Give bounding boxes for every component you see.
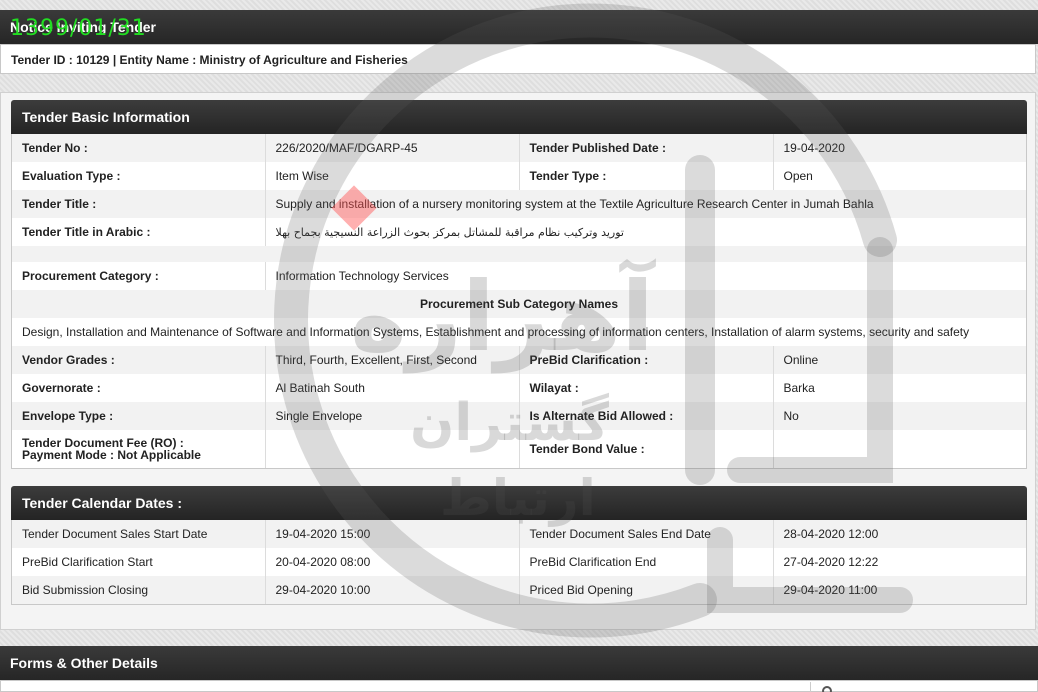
forms-title: Forms & Other Details — [10, 655, 158, 671]
tender-type-label: Tender Type : — [519, 162, 774, 190]
calendar-value: 29-04-2020 10:00 — [265, 576, 520, 604]
tender-type-value: Open — [773, 162, 1026, 190]
table-row: Tender Title : Supply and installation o… — [12, 190, 1026, 218]
basic-info-panel: Tender No : 226/2020/MAF/DGARP-45 Tender… — [11, 134, 1027, 469]
tender-no-value: 226/2020/MAF/DGARP-45 — [265, 134, 520, 162]
basic-info-table: Tender No : 226/2020/MAF/DGARP-45 Tender… — [12, 134, 1026, 468]
calendar-label: Tender Document Sales Start Date — [12, 520, 266, 548]
divider — [810, 682, 811, 692]
calendar-label: Tender Document Sales End Date — [519, 520, 774, 548]
table-row: Tender Document Fee (RO) : Payment Mode … — [12, 430, 1026, 468]
subcategory-heading: Procurement Sub Category Names — [12, 290, 1026, 318]
tender-id-text: Tender ID : 10129 | Entity Name : Minist… — [11, 53, 408, 67]
prebid-clarification-value: Online — [773, 346, 1026, 374]
table-row-spacer — [12, 246, 1026, 262]
payment-mode-label: Payment Mode : Not Applicable — [22, 448, 201, 462]
forms-panel — [0, 680, 1038, 692]
envelope-type-label: Envelope Type : — [12, 402, 266, 430]
calendar-header[interactable]: Tender Calendar Dates : — [11, 486, 1027, 520]
tender-title-label: Tender Title : — [12, 190, 266, 218]
bond-value-label: Tender Bond Value : — [519, 430, 774, 468]
calendar-value: 19-04-2020 15:00 — [265, 520, 520, 548]
calendar-label: PreBid Clarification End — [519, 548, 774, 576]
forms-header[interactable]: Forms & Other Details — [0, 646, 1038, 680]
calendar-label: Bid Submission Closing — [12, 576, 266, 604]
table-row: Procurement Category : Information Techn… — [12, 262, 1026, 290]
basic-info-header[interactable]: Tender Basic Information — [11, 100, 1027, 134]
governorate-value: Al Batinah South — [265, 374, 520, 402]
table-row: Tender No : 226/2020/MAF/DGARP-45 Tender… — [12, 134, 1026, 162]
fee-cell: Tender Document Fee (RO) : Payment Mode … — [12, 430, 266, 468]
calendar-panel: Tender Document Sales Start Date 19-04-2… — [11, 520, 1027, 605]
page-title-bar: Notice Inviting Tender — [0, 10, 1038, 44]
tender-title-arabic-label: Tender Title in Arabic : — [12, 218, 266, 246]
basic-info-title: Tender Basic Information — [22, 109, 190, 125]
bond-value — [773, 430, 1026, 468]
spacer-cell — [12, 246, 1026, 262]
calendar-label: Priced Bid Opening — [519, 576, 774, 604]
page-title: Notice Inviting Tender — [10, 19, 156, 35]
tender-title-value: Supply and installation of a nursery mon… — [265, 190, 1026, 218]
vendor-grades-value: Third, Fourth, Excellent, First, Second — [265, 346, 520, 374]
calendar-value: 29-04-2020 11:00 — [773, 576, 1026, 604]
table-row: Tender Title in Arabic : توريد وتركيب نظ… — [12, 218, 1026, 246]
table-row: Envelope Type : Single Envelope Is Alter… — [12, 402, 1026, 430]
calendar-value: 27-04-2020 12:22 — [773, 548, 1026, 576]
procurement-category-value: Information Technology Services — [265, 262, 1026, 290]
table-row: Bid Submission Closing 29-04-2020 10:00 … — [12, 576, 1026, 604]
fee-value — [265, 430, 520, 468]
envelope-type-value: Single Envelope — [265, 402, 520, 430]
tender-id-bar: Tender ID : 10129 | Entity Name : Minist… — [0, 44, 1036, 74]
table-row: PreBid Clarification Start 20-04-2020 08… — [12, 548, 1026, 576]
published-date-label: Tender Published Date : — [519, 134, 774, 162]
governorate-label: Governorate : — [12, 374, 266, 402]
wilayat-label: Wilayat : — [519, 374, 774, 402]
table-row: Evaluation Type : Item Wise Tender Type … — [12, 162, 1026, 190]
wilayat-value: Barka — [773, 374, 1026, 402]
table-row: Design, Installation and Maintenance of … — [12, 318, 1026, 346]
table-row: Vendor Grades : Third, Fourth, Excellent… — [12, 346, 1026, 374]
search-icon[interactable] — [822, 686, 832, 692]
vendor-grades-label: Vendor Grades : — [12, 346, 266, 374]
table-row: Tender Document Sales Start Date 19-04-2… — [12, 520, 1026, 548]
procurement-category-label: Procurement Category : — [12, 262, 266, 290]
prebid-clarification-label: PreBid Clarification : — [519, 346, 774, 374]
calendar-value: 20-04-2020 08:00 — [265, 548, 520, 576]
alternate-bid-value: No — [773, 402, 1026, 430]
calendar-title: Tender Calendar Dates : — [22, 495, 183, 511]
evaluation-type-label: Evaluation Type : — [12, 162, 266, 190]
published-date-value: 19-04-2020 — [773, 134, 1026, 162]
table-row: Procurement Sub Category Names — [12, 290, 1026, 318]
tender-title-arabic-cell: توريد وتركيب نظام مراقبة للمشاتل بمركز ب… — [265, 218, 1026, 246]
calendar-label: PreBid Clarification Start — [12, 548, 266, 576]
calendar-value: 28-04-2020 12:00 — [773, 520, 1026, 548]
tender-no-label: Tender No : — [12, 134, 266, 162]
subcategory-value: Design, Installation and Maintenance of … — [12, 318, 1026, 346]
tender-title-arabic-value: توريد وتركيب نظام مراقبة للمشاتل بمركز ب… — [275, 226, 624, 239]
calendar-table: Tender Document Sales Start Date 19-04-2… — [12, 520, 1026, 604]
evaluation-type-value: Item Wise — [265, 162, 520, 190]
alternate-bid-label: Is Alternate Bid Allowed : — [519, 402, 774, 430]
table-row: Governorate : Al Batinah South Wilayat :… — [12, 374, 1026, 402]
